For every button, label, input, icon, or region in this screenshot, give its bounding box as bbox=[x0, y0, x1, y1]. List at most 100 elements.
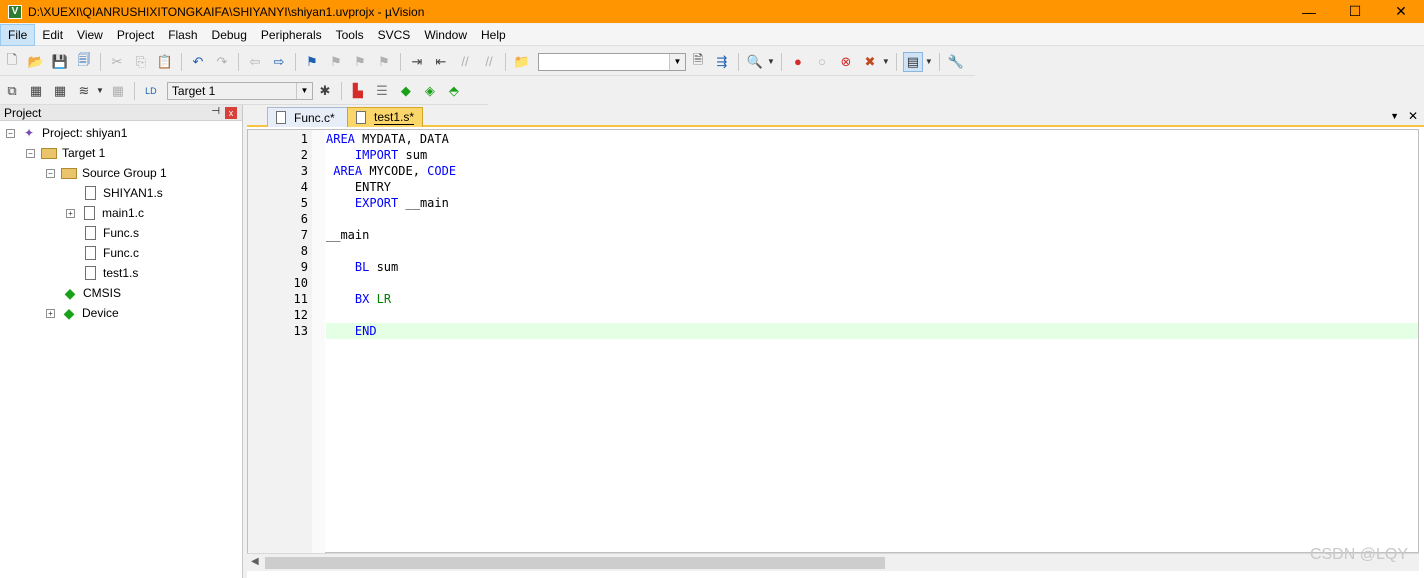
rebuild-icon[interactable]: ▦ bbox=[50, 81, 70, 101]
close-icon[interactable]: x bbox=[225, 107, 237, 119]
stop-build-icon[interactable]: ▦ bbox=[108, 81, 128, 101]
code-line[interactable] bbox=[326, 243, 1418, 259]
tree-item-target[interactable]: − Target 1 bbox=[26, 144, 105, 162]
menu-tools[interactable]: Tools bbox=[329, 25, 371, 45]
tree-item-file[interactable]: Func.s bbox=[82, 224, 139, 242]
debug-session-icon[interactable]: 🔍 bbox=[745, 52, 765, 72]
find-combo[interactable]: ▼ bbox=[538, 52, 686, 71]
menu-svcs[interactable]: SVCS bbox=[371, 25, 418, 45]
menu-debug[interactable]: Debug bbox=[205, 25, 254, 45]
scrollbar-thumb[interactable] bbox=[265, 557, 885, 569]
tree-item-file[interactable]: Func.c bbox=[82, 244, 139, 262]
code-line[interactable]: IMPORT sum bbox=[326, 147, 1418, 163]
tree-item-device[interactable]: + ◆ Device bbox=[46, 304, 119, 322]
copy-icon[interactable]: ⎘ bbox=[131, 52, 151, 72]
navigate-back-icon[interactable]: ⇦ bbox=[245, 52, 265, 72]
scroll-left-icon[interactable]: ◀ bbox=[251, 556, 259, 567]
menu-file[interactable]: File bbox=[0, 23, 36, 46]
manage-run-time-env-icon[interactable]: ◆ bbox=[396, 81, 416, 101]
tree-item-cmsis[interactable]: ◆ CMSIS bbox=[62, 284, 121, 302]
save-icon[interactable]: 💾 bbox=[50, 52, 70, 72]
manage-project-items-icon[interactable]: ▙ bbox=[348, 81, 368, 101]
menu-view[interactable]: View bbox=[70, 25, 110, 45]
find-next-icon[interactable]: ⇶ bbox=[712, 52, 732, 72]
code-line[interactable]: BX LR bbox=[326, 291, 1418, 307]
expand-icon[interactable]: + bbox=[46, 308, 55, 318]
window-layout-icon[interactable]: ▤ bbox=[902, 51, 923, 72]
code-line[interactable]: EXPORT __main bbox=[326, 195, 1418, 211]
pack-installer-icon[interactable]: ⬘ bbox=[444, 81, 464, 101]
menu-window[interactable]: Window bbox=[417, 25, 474, 45]
tree-item-source-group[interactable]: − Source Group 1 bbox=[46, 164, 167, 182]
breakpoint-disable-all-icon[interactable]: ⊗ bbox=[836, 52, 856, 72]
tab-func-c[interactable]: Func.c* bbox=[267, 107, 359, 127]
menu-peripherals[interactable]: Peripherals bbox=[254, 25, 329, 45]
code-line[interactable]: ENTRY bbox=[326, 179, 1418, 195]
undo-icon[interactable]: ↶ bbox=[188, 52, 208, 72]
tab-test1-s[interactable]: test1.s* bbox=[347, 107, 423, 127]
code-line[interactable]: AREA MYDATA, DATA bbox=[326, 131, 1418, 147]
uncomment-icon[interactable]: // bbox=[479, 52, 499, 72]
tab-list-dropdown-icon[interactable]: ▼ bbox=[1390, 111, 1399, 121]
pin-icon[interactable]: ⊣ bbox=[211, 106, 220, 117]
breakpoint-enable-icon[interactable]: ○ bbox=[812, 52, 832, 72]
code-line[interactable] bbox=[326, 211, 1418, 227]
menu-edit[interactable]: Edit bbox=[35, 25, 70, 45]
file-extensions-icon[interactable]: ☰ bbox=[372, 81, 392, 101]
collapse-icon[interactable]: − bbox=[46, 168, 55, 178]
window-layout-dropdown-icon[interactable]: ▼ bbox=[925, 57, 933, 66]
collapse-icon[interactable]: − bbox=[6, 128, 15, 138]
breakpoint-dropdown-icon[interactable]: ▼ bbox=[882, 57, 890, 66]
batch-build-icon[interactable]: ≋ bbox=[74, 81, 94, 101]
configure-wrench-icon[interactable]: 🔧 bbox=[946, 52, 966, 72]
minimize-button[interactable]: — bbox=[1286, 0, 1332, 23]
code-editor[interactable]: 1 2 3 4 5 6 7 8 9 10 11 12 13 AREA MYDATA, DATA IMPO… bbox=[247, 129, 1419, 554]
download-load-icon[interactable]: LD bbox=[141, 81, 161, 101]
cut-icon[interactable]: ✂ bbox=[107, 52, 127, 72]
unindent-icon[interactable]: ⇤ bbox=[431, 52, 451, 72]
expand-icon[interactable]: + bbox=[66, 208, 75, 218]
batch-build-dropdown-icon[interactable]: ▼ bbox=[96, 86, 104, 95]
bookmark-next-icon[interactable]: ⚑ bbox=[350, 52, 370, 72]
find-in-files-icon[interactable]: 📁 bbox=[512, 52, 532, 72]
code-line[interactable]: AREA MYCODE, CODE bbox=[326, 163, 1418, 179]
close-window-button[interactable]: ✕ bbox=[1378, 0, 1424, 23]
code-line[interactable] bbox=[326, 275, 1418, 291]
bookmark-toggle-icon[interactable]: ⚑ bbox=[302, 52, 322, 72]
breakpoint-kill-all-icon[interactable]: ✖ bbox=[860, 52, 880, 72]
target-options-icon[interactable]: ✱ bbox=[315, 81, 335, 101]
redo-icon[interactable]: ↷ bbox=[212, 52, 232, 72]
menu-flash[interactable]: Flash bbox=[161, 25, 204, 45]
incremental-find-icon[interactable]: 🗎 bbox=[688, 52, 708, 72]
bookmark-clear-icon[interactable]: ⚑ bbox=[374, 52, 394, 72]
build-icon[interactable]: ▦ bbox=[26, 81, 46, 101]
close-tab-icon[interactable]: ✕ bbox=[1408, 109, 1418, 123]
new-file-icon[interactable]: 🗋 bbox=[2, 52, 22, 72]
collapse-icon[interactable]: − bbox=[26, 148, 35, 158]
code-line[interactable]: __main bbox=[326, 227, 1418, 243]
code-line[interactable]: BL sum bbox=[326, 259, 1418, 275]
tree-item-file[interactable]: + main1.c bbox=[66, 204, 144, 222]
breakpoint-insert-icon[interactable]: ● bbox=[788, 52, 808, 72]
code-line[interactable]: END bbox=[326, 323, 1418, 339]
tree-item-file[interactable]: SHIYAN1.s bbox=[82, 184, 163, 202]
chevron-down-icon[interactable]: ▼ bbox=[669, 53, 685, 70]
target-select[interactable]: Target 1 ▼ bbox=[166, 81, 313, 100]
menu-project[interactable]: Project bbox=[110, 25, 161, 45]
comment-icon[interactable]: // bbox=[455, 52, 475, 72]
indent-icon[interactable]: ⇥ bbox=[407, 52, 427, 72]
select-packs-icon[interactable]: ◈ bbox=[420, 81, 440, 101]
save-all-icon[interactable]: 🗐 bbox=[74, 52, 94, 72]
maximize-button[interactable]: ☐ bbox=[1332, 0, 1378, 23]
bookmark-prev-icon[interactable]: ⚑ bbox=[326, 52, 346, 72]
paste-icon[interactable]: 📋 bbox=[155, 52, 175, 72]
code-line[interactable] bbox=[326, 307, 1418, 323]
tree-item-file[interactable]: test1.s bbox=[82, 264, 138, 282]
open-folder-icon[interactable]: 📂 bbox=[26, 52, 46, 72]
chevron-down-icon[interactable]: ▼ bbox=[295, 82, 312, 99]
tree-item-project[interactable]: − ✦ Project: shiyan1 bbox=[6, 124, 127, 142]
menu-help[interactable]: Help bbox=[474, 25, 513, 45]
navigate-forward-icon[interactable]: ⇨ bbox=[269, 52, 289, 72]
debug-dropdown-icon[interactable]: ▼ bbox=[767, 57, 775, 66]
translate-icon[interactable]: ⧉ bbox=[2, 81, 22, 101]
